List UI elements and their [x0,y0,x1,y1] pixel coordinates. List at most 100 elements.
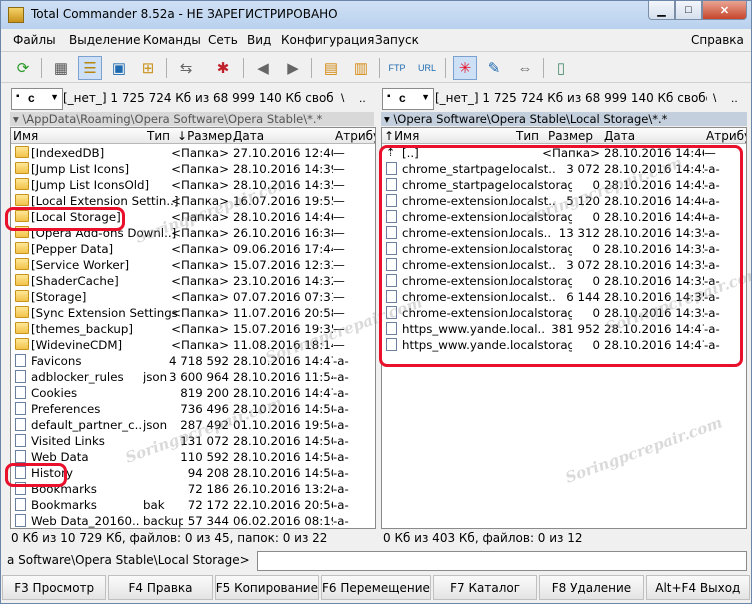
magic-wand-icon[interactable]: ✱ [211,56,235,80]
file-size: 57 344 [187,514,229,528]
file-size: <Папка> [171,306,229,320]
maximize-button[interactable]: □ [675,1,702,20]
menu-launch[interactable]: Запуск [375,33,419,47]
left-drive-select[interactable]: ▪ c ▼ [11,88,63,110]
file-icon [15,418,26,431]
compare-icon[interactable]: ⇔ [513,56,537,80]
file-row[interactable]: Web Data_20160.. backup 57 344 06.02.2016 0… [11,513,375,528]
pack-icon[interactable]: ▤ [319,56,343,80]
left-up-button[interactable]: .. [359,91,366,105]
url-icon[interactable]: URL [415,56,439,80]
left-path-bar[interactable]: ▾ \AppData\Roaming\Opera Software\Opera … [10,112,374,126]
ftp-icon[interactable]: FTP [385,56,409,80]
file-row[interactable]: [Jump List IconsOld] <Папка> 28.10.2016 14… [11,177,375,193]
f3-view-button[interactable]: F3 Просмотр [2,575,107,600]
file-row[interactable]: Preferences 736 496 28.10.2016 14:50 -a- [11,401,375,417]
menu-bar: Файлы Выделение Команды Сеть Вид Конфигу… [1,30,751,50]
file-size: <Папка> [171,290,229,304]
left-root-button[interactable]: \ [341,91,344,105]
right-col-name[interactable]: ↑Имя [384,129,419,143]
file-name: Favicons [31,354,82,368]
left-col-size[interactable]: ↓Размер [177,129,232,143]
file-name: Web Data [31,450,89,464]
file-size: <Папка> [171,162,229,176]
file-icon [15,514,26,527]
file-icon [15,386,26,399]
notepad-icon[interactable]: ▯ [549,56,573,80]
menu-help[interactable]: Справка [691,33,744,47]
tree-view-icon[interactable]: ⊞ [136,56,160,80]
command-input[interactable] [257,551,747,571]
highlight-right-list [379,145,743,367]
right-col-attr[interactable]: Атрибу [706,129,746,143]
file-size: 3 600 964 [168,370,229,384]
f8-delete-button[interactable]: F8 Удаление [539,575,644,600]
file-name: [Storage] [31,290,87,304]
sync-dirs-icon[interactable]: ✎ [482,56,506,80]
left-col-type[interactable]: Тип [147,129,170,143]
minimize-button[interactable]: ▁ [648,1,675,20]
file-row[interactable]: [Pepper Data] <Папка> 09.06.2016 17:44— [11,241,375,257]
file-name: Bookmarks [31,498,97,512]
detailed-view-icon[interactable]: ☰ [78,56,102,80]
left-col-date[interactable]: Дата [233,129,264,143]
file-name: [Pepper Data] [31,242,114,256]
file-row[interactable]: Favicons 4 718 592 28.10.2016 14:47 -a- [11,353,375,369]
file-row[interactable]: Bookmarks bak 72 172 22.10.2016 20:56 -a- [11,497,375,513]
brief-view-icon[interactable]: ▦ [49,56,73,80]
left-col-attr[interactable]: Атрибу [335,129,375,143]
back-arrow-icon[interactable]: ◀ [251,56,275,80]
file-row[interactable]: [Storage] <Папка> 07.07.2016 07:31— [11,289,375,305]
menu-selection[interactable]: Выделение [69,33,140,47]
f6-move-button[interactable]: F6 Перемещение [321,575,431,600]
close-button[interactable]: ✕ [702,1,747,20]
f7-mkdir-button[interactable]: F7 Каталог [432,575,538,600]
thumbnails-view-icon[interactable]: ▣ [107,56,131,80]
file-size: <Папка> [171,178,229,192]
file-row[interactable]: Web Data 110 592 28.10.2016 14:50 -a- [11,449,375,465]
file-row[interactable]: [IndexedDB] <Папка> 27.10.2016 12:40— [11,145,375,161]
menu-commands[interactable]: Команды [143,33,201,47]
multi-rename-icon[interactable]: ✳ [453,56,477,80]
file-date: 06.02.2016 08:19 [233,514,333,528]
function-key-bar: F3 Просмотр F4 Правка F5 Копирование F6 … [1,574,751,601]
file-size: <Папка> [171,322,229,336]
title-bar[interactable]: Total Commander 8.52a - НЕ ЗАРЕГИСТРИРОВ… [1,1,751,29]
right-up-button[interactable]: .. [731,91,738,105]
menu-configuration[interactable]: Конфигурация [281,33,374,47]
invert-selection-icon[interactable]: ⇆ [174,56,198,80]
file-icon [15,434,26,447]
refresh-icon[interactable]: ⟳ [11,56,35,80]
right-col-size[interactable]: Размер [548,129,593,143]
app-icon [8,7,24,23]
right-drive-select[interactable]: ▪ c ▼ [382,88,434,110]
file-row[interactable]: [Service Worker] <Папка> 15.07.2016 12:33— [11,257,375,273]
left-col-name[interactable]: Имя [13,129,38,143]
file-row[interactable]: [Jump List Icons] <Папка> 28.10.2016 14:39… [11,161,375,177]
f4-edit-button[interactable]: F4 Правка [108,575,213,600]
highlight-history [5,463,67,487]
unpack-icon[interactable]: ▥ [349,56,373,80]
file-row[interactable]: Cookies 819 200 28.10.2016 14:47 -a- [11,385,375,401]
forward-arrow-icon[interactable]: ▶ [281,56,305,80]
file-attr: — [333,146,345,160]
file-date: 15.07.2016 12:33 [233,258,333,272]
file-name: Cookies [31,386,78,400]
menu-files[interactable]: Файлы [13,33,56,47]
right-path-bar[interactable]: ▾ \Opera Software\Opera Stable\Local Sto… [381,112,747,126]
window-title: Total Commander 8.52a - НЕ ЗАРЕГИСТРИРОВ… [31,7,338,21]
right-column-header: ↑Имя Тип Размер Дата Атрибу [382,128,746,144]
altf4-exit-button[interactable]: Alt+F4 Выход [645,575,750,600]
file-row[interactable]: [Sync Extension Settings] <Папка> 11.07.20… [11,305,375,321]
f5-copy-button[interactable]: F5 Копирование [214,575,320,600]
menu-network[interactable]: Сеть [208,33,238,47]
menu-view[interactable]: Вид [247,33,271,47]
file-row[interactable]: adblocker_rules json 3 600 964 28.10.2016 1… [11,369,375,385]
right-root-button[interactable]: \ [713,91,716,105]
file-attr: — [333,274,345,288]
file-date: 22.10.2016 20:56 [233,498,333,512]
folder-icon [15,306,29,318]
right-col-date[interactable]: Дата [604,129,635,143]
right-col-type[interactable]: Тип [516,129,539,143]
file-row[interactable]: [ShaderCache] <Папка> 23.10.2016 14:32— [11,273,375,289]
